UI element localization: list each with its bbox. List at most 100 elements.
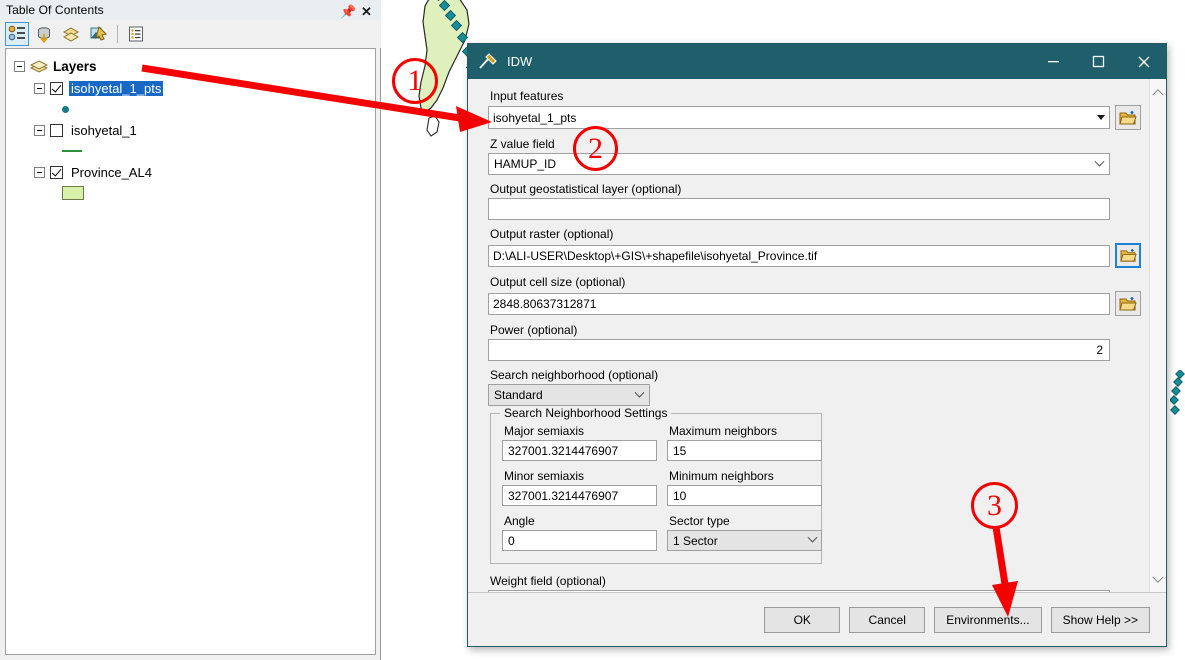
open-folder-icon <box>1119 296 1137 310</box>
options-icon[interactable] <box>124 22 148 46</box>
scrollbar-down-arrow[interactable] <box>1150 571 1167 588</box>
idw-form: Input features isohyetal_1_pts Z value f… <box>468 79 1149 592</box>
chevron-down-icon <box>807 532 818 543</box>
toc-title: Table Of Contents <box>6 3 104 17</box>
z-value-field-select[interactable]: HAMUP_ID <box>488 153 1110 175</box>
minimum-neighbors-label: Minimum neighbors <box>669 469 774 483</box>
output-raster-label: Output raster (optional) <box>490 227 614 241</box>
maximize-button[interactable] <box>1076 44 1121 79</box>
list-by-visibility-icon[interactable] <box>59 22 83 46</box>
toc-layer-row-province-al4[interactable]: Province_AL4 <box>6 161 375 183</box>
weight-field-label: Weight field (optional) <box>490 574 606 588</box>
power-label: Power (optional) <box>490 323 578 337</box>
input-features-row: isohyetal_1_pts <box>488 105 1141 130</box>
list-by-source-icon[interactable] <box>32 22 56 46</box>
layer-checkbox-province-al4[interactable] <box>50 165 63 179</box>
idw-titlebar[interactable]: IDW <box>468 44 1166 79</box>
minor-semiaxis-input[interactable]: 327001.3214476907 <box>502 485 657 506</box>
show-help-button[interactable]: Show Help >> <box>1050 606 1150 633</box>
search-neighborhood-value: Standard <box>494 388 543 402</box>
layer-checkbox-isohyetal-1-pts[interactable] <box>50 81 63 95</box>
chevron-up-icon <box>1152 88 1164 100</box>
angle-label: Angle <box>504 514 535 528</box>
close-icon[interactable]: ✕ <box>361 3 373 18</box>
input-features-label: Input features <box>490 89 564 103</box>
toc-layer-tree[interactable]: Layers isohyetal_1_pts isohyetal_1 Provi… <box>5 48 376 655</box>
layer-label-isohyetal-1-pts[interactable]: isohyetal_1_pts <box>69 80 164 96</box>
search-neighborhood-select[interactable]: Standard <box>488 384 650 406</box>
toc-toolbar <box>0 20 381 48</box>
power-input[interactable]: 2 <box>488 339 1110 361</box>
ok-button[interactable]: OK <box>764 606 841 633</box>
input-features-dropdown-arrow[interactable] <box>1092 107 1109 128</box>
maximum-neighbors-label: Maximum neighbors <box>669 424 778 438</box>
layer-label-isohyetal-1[interactable]: isohyetal_1 <box>69 123 139 138</box>
toc-root-label: Layers <box>53 58 97 74</box>
angle-cell: Angle 0 <box>502 514 657 551</box>
point-symbol-icon <box>62 105 69 113</box>
sector-type-cell: Sector type 1 Sector <box>667 514 822 551</box>
output-geostatistical-layer-label: Output geostatistical layer (optional) <box>490 182 682 196</box>
major-semiaxis-label: Major semiaxis <box>504 424 585 438</box>
expander-isohyetal-1[interactable] <box>34 124 45 136</box>
dialog-scrollbar[interactable] <box>1149 79 1166 592</box>
list-by-drawing-order-icon[interactable] <box>5 22 29 46</box>
output-raster-browse-button[interactable] <box>1115 243 1141 268</box>
maximum-neighbors-cell: Maximum neighbors 15 <box>667 424 822 461</box>
major-semiaxis-cell: Major semiaxis 327001.3214476907 <box>502 424 657 461</box>
expander-layers[interactable] <box>14 60 25 72</box>
output-geostatistical-layer-input[interactable] <box>488 198 1110 220</box>
z-value-field-row: HAMUP_ID <box>488 153 1141 175</box>
power-row: 2 <box>488 339 1141 361</box>
output-geostatistical-layer-row <box>488 198 1141 220</box>
output-cell-size-input[interactable]: 2848.80637312871 <box>488 292 1110 315</box>
table-of-contents-panel: Table Of Contents 📌 ✕ Layers isohyetal_1… <box>0 0 381 660</box>
toc-layer-row-isohyetal-1-pts[interactable]: isohyetal_1_pts <box>6 77 375 99</box>
layer-symbol-isohyetal-1 <box>6 141 375 161</box>
expander-province-al4[interactable] <box>34 166 45 178</box>
toc-layer-row-isohyetal-1[interactable]: isohyetal_1 <box>6 119 375 141</box>
sector-type-select[interactable]: 1 Sector <box>667 530 822 551</box>
input-features-browse-button[interactable] <box>1115 105 1141 130</box>
line-symbol-icon <box>62 150 82 152</box>
output-cell-size-browse-button[interactable] <box>1115 291 1141 316</box>
layer-symbol-isohyetal-1-pts <box>6 99 375 119</box>
output-raster-input[interactable]: D:\ALI-USER\Desktop\+GIS\+shapefile\isoh… <box>488 244 1110 267</box>
pin-icon[interactable]: 📌 <box>340 3 356 19</box>
layer-symbol-province-al4 <box>6 183 375 203</box>
close-button[interactable] <box>1121 44 1166 79</box>
sector-type-label: Sector type <box>669 514 730 528</box>
output-raster-row: D:\ALI-USER\Desktop\+GIS\+shapefile\isoh… <box>488 243 1141 268</box>
z-value-field-value: HAMUP_ID <box>494 157 557 171</box>
toc-root-row[interactable]: Layers <box>6 55 375 77</box>
list-by-selection-icon[interactable] <box>86 22 110 46</box>
geoprocessing-tool-icon <box>479 52 497 69</box>
idw-footer: OK Cancel Environments... Show Help >> <box>468 592 1166 646</box>
angle-input[interactable]: 0 <box>502 530 657 551</box>
cancel-button[interactable]: Cancel <box>849 606 926 633</box>
chevron-down-icon <box>1152 571 1164 583</box>
minimize-button[interactable] <box>1031 44 1076 79</box>
environments-button[interactable]: Environments... <box>934 606 1042 633</box>
layer-label-province-al4[interactable]: Province_AL4 <box>69 165 154 180</box>
z-value-field-label: Z value field <box>490 137 555 151</box>
polygon-symbol-icon <box>62 186 84 200</box>
major-semiaxis-input[interactable]: 327001.3214476907 <box>502 440 657 461</box>
toc-header: Table Of Contents 📌 ✕ <box>0 0 381 20</box>
chevron-down-icon <box>1094 156 1105 167</box>
minor-semiaxis-cell: Minor semiaxis 327001.3214476907 <box>502 469 657 506</box>
idw-title: IDW <box>507 54 533 69</box>
weight-field-select[interactable] <box>488 590 1110 592</box>
layer-checkbox-isohyetal-1[interactable] <box>50 123 63 137</box>
map-sample-points-right <box>1170 370 1185 415</box>
scrollbar-up-arrow[interactable] <box>1150 83 1167 100</box>
input-features-combo[interactable]: isohyetal_1_pts <box>488 106 1110 129</box>
weight-field-row <box>488 590 1141 592</box>
minimum-neighbors-input[interactable]: 10 <box>667 485 822 506</box>
search-neighborhood-settings-group: Search Neighborhood Settings Major semia… <box>490 406 822 564</box>
search-neighborhood-label: Search neighborhood (optional) <box>490 368 659 382</box>
maximum-neighbors-input[interactable]: 15 <box>667 440 822 461</box>
toolbar-separator <box>117 25 118 43</box>
minimum-neighbors-cell: Minimum neighbors 10 <box>667 469 822 506</box>
expander-isohyetal-1-pts[interactable] <box>34 82 45 94</box>
